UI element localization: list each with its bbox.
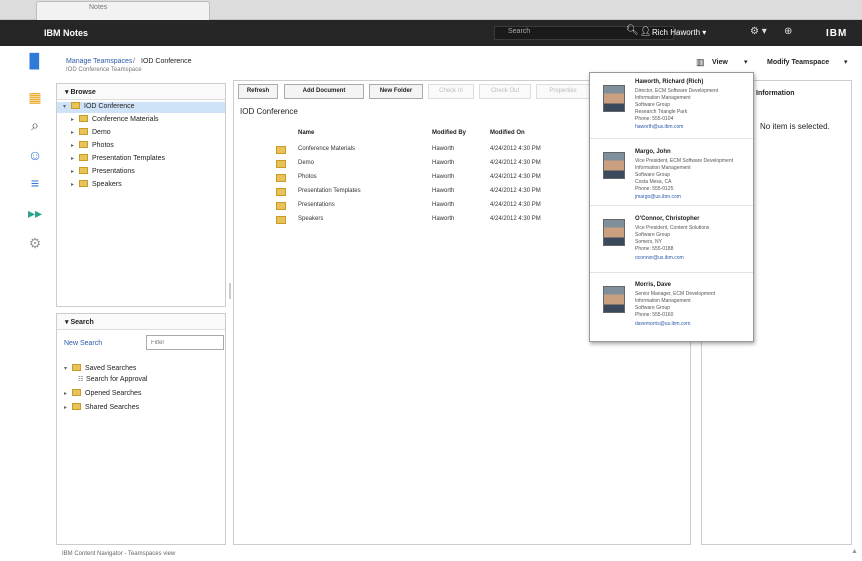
settings-icon[interactable]: ⚙ — [26, 234, 44, 252]
tree-item-root[interactable]: ▾ IOD Conference — [57, 102, 225, 113]
folder-icon — [276, 216, 286, 224]
avatar — [603, 286, 625, 313]
app-brand: IBM Notes — [44, 28, 89, 38]
browse-pane: ▾ Browse ▾ IOD Conference ▸ Conference Mat… — [56, 83, 226, 307]
person-card[interactable]: Morris, Dave Senior Manager, ECM Develop… — [590, 274, 753, 340]
document-icon: ☷ — [78, 377, 84, 383]
folder-icon — [79, 167, 88, 174]
app-top-bar: IBM Notes Search 🔍︎ 👤︎ Rich Haworth ▾ ⚙ … — [0, 20, 862, 46]
scroll-up-icon[interactable]: ▲ — [851, 548, 858, 555]
email-link[interactable]: haworth@us.ibm.com — [635, 124, 683, 130]
tree-item[interactable]: ▸ Demo — [71, 128, 111, 139]
email-link[interactable]: jmargo@us.ibm.com — [635, 194, 681, 200]
tree-item[interactable]: ▸ Conference Materials — [71, 115, 159, 126]
tree-item[interactable]: ▸ Shared Searches — [64, 403, 139, 414]
folder-icon — [71, 102, 80, 109]
check-in-button[interactable]: Check In — [428, 84, 474, 99]
email-link[interactable]: oconnor@us.ibm.com — [635, 255, 684, 261]
view-menu[interactable]: View — [712, 59, 728, 66]
person-card[interactable]: O'Connor, Christopher Vice President, Co… — [590, 207, 753, 273]
chevron-down-icon[interactable]: ▾ — [744, 58, 748, 66]
person-name[interactable]: O'Connor, Christopher — [635, 216, 699, 222]
user-menu[interactable]: Rich Haworth ▾ — [652, 28, 706, 37]
content-title: IOD Conference — [240, 107, 298, 116]
column-header-modified-by[interactable]: Modified By — [432, 130, 466, 136]
tree-item[interactable]: ☷ Search for Approval — [78, 376, 147, 387]
folder-icon — [79, 115, 88, 122]
folder-icon — [79, 141, 88, 148]
information-message: No item is selected. — [760, 122, 830, 131]
ibm-logo: IBM — [826, 28, 848, 39]
search-pane-title: Search — [70, 319, 94, 326]
information-title: Information — [756, 90, 795, 97]
search-pane-header[interactable]: ▾ Search — [57, 314, 225, 330]
people-popup: Haworth, Richard (Rich) Director, ECM So… — [589, 72, 754, 342]
folder-icon — [276, 146, 286, 154]
folder-icon — [72, 364, 81, 371]
browser-tab-strip: Notes — [0, 0, 862, 20]
help-icon[interactable]: ⊕ — [784, 26, 792, 37]
folder-icon — [79, 180, 88, 187]
tree-item[interactable]: ▸ Presentation Templates — [71, 154, 165, 165]
search-pane: ▾ Search New Search ▾Saved Searches ☷Sea… — [56, 313, 226, 545]
tree-item[interactable]: ▸ Speakers — [71, 180, 122, 191]
browser-tab[interactable]: Notes — [36, 1, 210, 20]
person-card[interactable]: Haworth, Richard (Rich) Director, ECM So… — [590, 73, 753, 139]
gear-icon[interactable]: ⚙ ▾ — [750, 26, 767, 37]
breadcrumb-link[interactable]: Manage Teamspaces — [66, 58, 132, 65]
browse-title: Browse — [70, 89, 96, 96]
folder-icon — [72, 389, 81, 396]
check-out-button[interactable]: Check Out — [479, 84, 531, 99]
folder-icon — [79, 128, 88, 135]
folder-icon — [276, 160, 286, 168]
add-document-button[interactable]: Add Document — [284, 84, 364, 99]
forward-icon[interactable]: ▸▸ — [26, 204, 44, 222]
people-icon[interactable]: ☺ — [26, 146, 44, 164]
feature-nav: ▉ ▦ ⌕ ☺ ≡ ▸▸ ⚙ — [22, 50, 48, 270]
modify-teamspace-menu[interactable]: Modify Teamspace — [767, 59, 829, 66]
avatar — [603, 219, 625, 246]
avatar — [603, 152, 625, 179]
folder-icon — [276, 174, 286, 182]
folder-icon — [72, 403, 81, 410]
browse-header[interactable]: ▾ Browse — [57, 84, 225, 100]
browser-tab-label: Notes — [89, 4, 108, 11]
collapse-icon: ▾ — [65, 89, 69, 96]
tree-item[interactable]: ▸ Opened Searches — [64, 389, 141, 400]
new-search-link[interactable]: New Search — [64, 340, 102, 347]
folder-icon — [276, 202, 286, 210]
tree-item[interactable]: ▸ Photos — [71, 141, 114, 152]
avatar — [603, 85, 625, 112]
column-header-modified-on[interactable]: Modified On — [490, 130, 525, 136]
global-search-placeholder: Search — [508, 28, 531, 35]
new-folder-button[interactable]: New Folder — [369, 84, 423, 99]
user-icon: 👤︎ — [640, 26, 652, 36]
search-icon[interactable]: ⌕ — [26, 116, 44, 134]
tree-item[interactable]: ▾ Saved Searches — [64, 364, 136, 375]
refresh-button[interactable]: Refresh — [238, 84, 278, 99]
search-icon[interactable]: 🔍︎ — [626, 25, 639, 36]
breadcrumb-subtitle: IOD Conference Teamspace — [66, 67, 142, 73]
person-name[interactable]: Haworth, Richard (Rich) — [635, 79, 703, 85]
column-header-name[interactable]: Name — [298, 130, 314, 136]
properties-button[interactable]: Properties — [536, 84, 590, 99]
person-card[interactable]: Margo, John Vice President, ECM Software… — [590, 140, 753, 206]
folder-icon — [276, 188, 286, 196]
briefcase-icon[interactable]: ▦ — [26, 88, 44, 106]
person-name[interactable]: Morris, Dave — [635, 282, 671, 288]
person-name[interactable]: Margo, John — [635, 149, 671, 155]
pane-splitter[interactable] — [229, 283, 231, 299]
collapse-icon: ▾ — [65, 319, 69, 326]
filter-input[interactable] — [146, 335, 224, 350]
tree-item[interactable]: ▸ Presentations — [71, 167, 135, 178]
email-link[interactable]: davemorris@us.ibm.com — [635, 321, 690, 327]
bookmark-icon[interactable]: ▉ — [26, 52, 44, 70]
folder-icon — [79, 154, 88, 161]
status-bar: IBM Content Navigator - Teamspaces view — [62, 551, 176, 557]
breadcrumb-separator: / — [133, 58, 135, 65]
view-icon[interactable]: ▥ — [696, 57, 705, 68]
chevron-down-icon[interactable]: ▾ — [844, 58, 848, 66]
filter-icon[interactable]: ≡ — [26, 174, 44, 192]
breadcrumb-current: IOD Conference — [141, 58, 192, 65]
